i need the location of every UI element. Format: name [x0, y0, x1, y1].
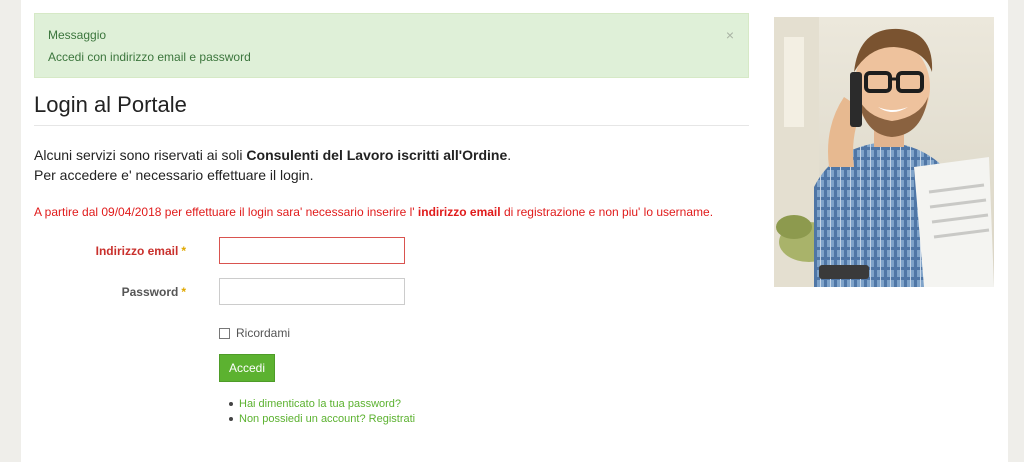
intro-line1-prefix: Alcuni servizi sono riservati ai soli [34, 147, 247, 163]
warning-prefix: A partire dal 09/04/2018 per effettuare … [34, 205, 418, 219]
email-field[interactable] [219, 237, 405, 264]
list-item: Hai dimenticato la tua password? [229, 396, 415, 411]
warning-suffix: di registrazione e non piu' lo username. [500, 205, 714, 219]
intro-text: Alcuni servizi sono riservati ai soli Co… [34, 145, 511, 185]
intro-line1-bold: Consulenti del Lavoro iscritti all'Ordin… [246, 147, 508, 163]
required-mark: * [181, 244, 186, 258]
alert-text: Accedi con indirizzo email e password [48, 50, 251, 64]
email-label-text: Indirizzo email [95, 244, 179, 258]
register-link[interactable]: Non possiedi un account? Registrati [239, 413, 415, 425]
password-label: Password * [31, 285, 186, 299]
warning-bold: indirizzo email [417, 205, 501, 219]
remember-checkbox[interactable] [219, 327, 230, 339]
warning-notice: A partire dal 09/04/2018 per effettuare … [34, 205, 713, 219]
intro-line2: Per accedere e' necessario effettuare il… [34, 167, 314, 183]
remember-label: Ricordami [236, 326, 291, 340]
forgot-password-link[interactable]: Hai dimenticato la tua password? [239, 398, 401, 410]
help-links: Hai dimenticato la tua password? Non pos… [229, 396, 415, 426]
bullet-icon [229, 416, 233, 421]
password-field[interactable] [219, 278, 405, 305]
alert-title: Messaggio [48, 28, 107, 42]
login-button[interactable]: Accedi [219, 354, 275, 382]
required-mark: * [181, 285, 186, 299]
intro-line1-suffix: . [507, 147, 512, 163]
remember-me[interactable]: Ricordami [219, 326, 290, 340]
bullet-icon [229, 401, 233, 406]
email-label: Indirizzo email * [31, 244, 186, 258]
password-label-text: Password [121, 285, 179, 299]
list-item: Non possiedi un account? Registrati [229, 411, 415, 426]
alert-message: Messaggio Accedi con indirizzo email e p… [34, 13, 749, 78]
close-icon[interactable]: × [726, 28, 734, 42]
divider [34, 125, 749, 126]
page-title: Login al Portale [34, 92, 187, 117]
man-on-phone-photo [774, 17, 994, 287]
